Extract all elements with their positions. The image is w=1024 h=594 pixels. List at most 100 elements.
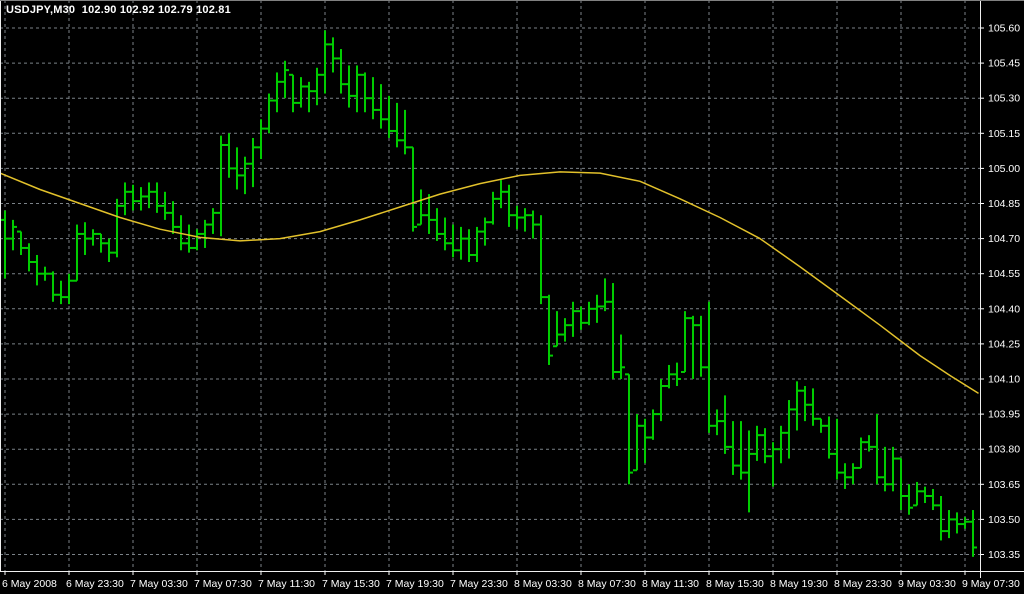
- ohlc-bar: [937, 496, 945, 541]
- ohlc-bar: [161, 191, 169, 220]
- ohlc-bar: [913, 481, 921, 507]
- ohlc-bar: [65, 273, 73, 305]
- ohlc-bar: [841, 463, 849, 489]
- chart-title: USDJPY,M30 102.90 102.92 102.79 102.81: [6, 4, 231, 16]
- ohlc-bar: [385, 95, 393, 138]
- ohlc-bar: [33, 254, 41, 286]
- ohlc-bar: [249, 137, 257, 188]
- ohlc-bar: [601, 278, 609, 312]
- price-axis-label: 105.45: [988, 58, 1020, 70]
- price-axis-label: 104.70: [988, 233, 1020, 245]
- ohlc-bar: [593, 294, 601, 323]
- price-axis-label: 103.35: [988, 549, 1020, 561]
- ohlc-bar: [169, 201, 177, 234]
- ohlc-bar: [617, 334, 625, 379]
- ohlc-bar: [257, 119, 265, 160]
- ohlc-bar: [209, 208, 217, 234]
- time-axis-label: 6 May 23:30: [66, 578, 124, 590]
- price-axis-label: 105.00: [988, 163, 1020, 175]
- ohlc-bar: [545, 294, 553, 365]
- ohlc-bar: [793, 381, 801, 431]
- price-axis-label: 104.10: [988, 374, 1020, 386]
- ohlc-bar: [129, 184, 137, 211]
- ohlc-bar: [505, 184, 513, 227]
- ohlc-bar: [809, 388, 817, 426]
- ohlc-bar: [513, 205, 521, 230]
- ohlc-bar: [41, 266, 49, 281]
- ohlc-bar: [337, 49, 345, 94]
- ohlc-bar: [265, 93, 273, 134]
- ohlc-bar: [17, 230, 25, 255]
- ohlc-bar: [657, 379, 665, 422]
- ohlc-bar: [729, 421, 737, 475]
- ohlc-bar: [585, 301, 593, 326]
- ohlc-bar: [961, 517, 969, 529]
- ohlc-bar: [353, 65, 361, 113]
- price-axis-label: 105.60: [988, 23, 1020, 35]
- time-axis-label: 7 May 23:30: [450, 578, 508, 590]
- ohlc-bar: [785, 400, 793, 459]
- ohlc-bar: [233, 147, 241, 190]
- ohlc-bar: [849, 463, 857, 485]
- ohlc-bar: [473, 226, 481, 262]
- ohlc-bar: [345, 65, 353, 108]
- ohlc-bar: [241, 156, 249, 195]
- time-axis-label: 7 May 07:30: [194, 578, 252, 590]
- ohlc-bar: [105, 238, 113, 262]
- ohlc-bar: [321, 30, 329, 94]
- ohlc-bar: [377, 84, 385, 129]
- time-axis-label: 7 May 11:30: [258, 578, 315, 590]
- ohlc-bar: [441, 217, 449, 251]
- ohlc-bar: [753, 425, 761, 461]
- time-axis-label: 7 May 15:30: [322, 578, 380, 590]
- time-axis-label: 6 May 2008: [2, 578, 57, 590]
- ohlc-bar: [145, 182, 153, 209]
- ohlc-bar: [945, 510, 953, 539]
- price-axis-label: 104.40: [988, 303, 1020, 315]
- ohlc-bar: [641, 418, 649, 464]
- ohlc-bar: [817, 417, 825, 433]
- ohlc-bar: [537, 215, 545, 305]
- ohlc-bar: [713, 409, 721, 436]
- ohlc-bar: [425, 194, 433, 234]
- mt4-chart-window: USDJPY,M30 102.90 102.92 102.79 102.81 1…: [0, 0, 1024, 594]
- ohlc-bar: [825, 416, 833, 459]
- time-axis-label: 8 May 11:30: [642, 578, 699, 590]
- ohlc-bar: [857, 437, 865, 469]
- price-axis-label: 103.80: [988, 444, 1020, 456]
- time-axis-label: 8 May 23:30: [834, 578, 892, 590]
- ohlc-bar: [329, 37, 337, 73]
- ohlc-bar: [801, 386, 809, 422]
- ohlc-bar: [225, 133, 233, 178]
- ohlc-bar: [25, 243, 33, 272]
- ohlc-bar: [489, 191, 497, 225]
- ohlc-bar: [305, 81, 313, 113]
- ohlc-bar: [929, 488, 937, 511]
- ohlc-bar: [481, 217, 489, 246]
- time-axis-label: 7 May 03:30: [130, 578, 188, 590]
- chart-canvas[interactable]: 105.60 105.45 105.30 105.15 105.00 104.85 104.…: [0, 0, 1024, 594]
- ohlc-bar: [89, 229, 97, 246]
- ohlc-bar: [393, 102, 401, 148]
- price-axis-label: 104.55: [988, 268, 1020, 280]
- ohlc-bar: [569, 301, 577, 337]
- ohlc-bar: [97, 232, 105, 253]
- ohlc-bar: [721, 395, 729, 454]
- moving-average-line: [0, 171, 979, 394]
- ohlc-bar: [153, 182, 161, 213]
- ohlc-bar: [577, 306, 585, 330]
- ohlc-bar: [689, 315, 697, 379]
- time-axis-label: 8 May 07:30: [578, 578, 636, 590]
- ohlc-bar: [553, 311, 561, 348]
- ohlc-bar: [449, 224, 457, 258]
- ohlc-bar: [1, 210, 9, 279]
- ohlc-bar: [193, 229, 201, 251]
- ohlc-bar: [777, 425, 785, 464]
- ohlc-bar: [313, 67, 321, 106]
- ohlc-bar: [465, 229, 473, 262]
- ohlc-bar: [665, 364, 673, 389]
- ohlc-bar: [737, 421, 745, 480]
- ohlc-bar: [49, 271, 57, 302]
- price-axis-label: 103.95: [988, 409, 1020, 421]
- ohlc-bar: [433, 208, 441, 241]
